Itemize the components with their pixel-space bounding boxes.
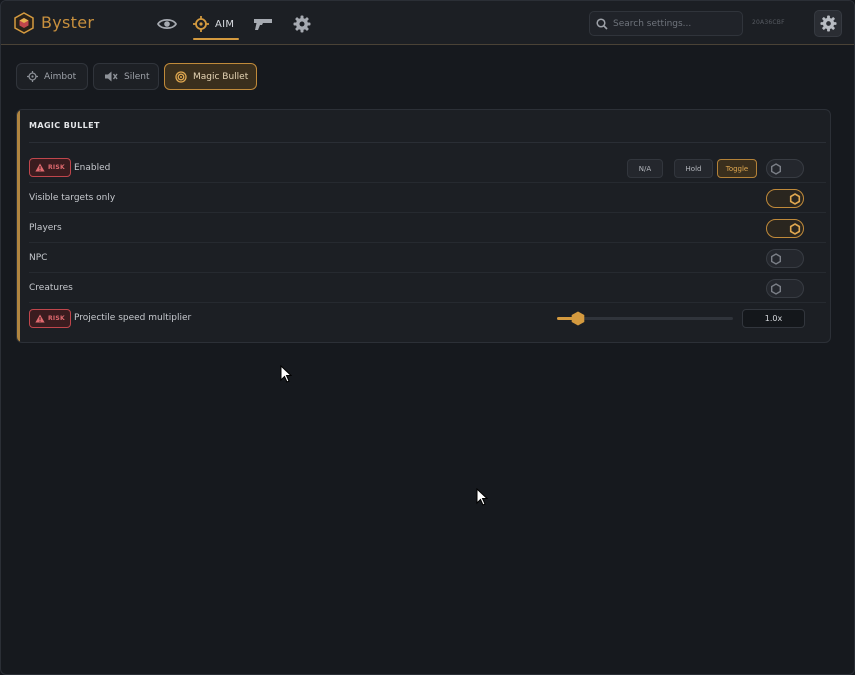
search-input[interactable] [613, 18, 733, 29]
projectile-speed-slider[interactable] [557, 311, 733, 326]
hexagon-knob-icon [771, 253, 782, 265]
search-box[interactable] [589, 11, 743, 36]
search-icon [596, 17, 608, 30]
projectile-speed-value[interactable]: 1.0x [742, 309, 805, 328]
setting-label: Projectile speed multiplier [74, 313, 192, 323]
crosshair-icon [193, 16, 209, 32]
nav-weapons-button[interactable] [253, 13, 275, 35]
setting-label: Creatures [29, 282, 73, 293]
slider-handle-icon[interactable] [571, 311, 585, 326]
setting-label: Players [29, 222, 62, 233]
settings-button[interactable] [814, 10, 842, 37]
subtab-aimbot-label: Aimbot [44, 71, 77, 82]
nav-aim-label: AIM [215, 18, 235, 30]
creatures-toggle[interactable] [766, 279, 804, 298]
subtab-magic-bullet-label: Magic Bullet [193, 71, 249, 82]
visible-targets-toggle[interactable] [766, 189, 804, 208]
magic-bullet-panel: MAGIC BULLET RISK Enabled N/A Hold Toggl… [16, 109, 831, 343]
gun-icon [254, 19, 272, 30]
crosshair-icon [27, 71, 38, 82]
gear-icon [293, 15, 311, 33]
mouse-cursor-icon [280, 365, 292, 383]
mouse-cursor-icon [476, 488, 488, 506]
setting-row-projectile-speed: RISK Projectile speed multiplier 1.0x [29, 303, 826, 333]
risk-label: RISK [47, 164, 66, 171]
subtab-magic-bullet[interactable]: Magic Bullet [164, 63, 257, 90]
target-icon [175, 70, 187, 83]
risk-label: RISK [47, 314, 66, 322]
warning-icon [35, 314, 45, 322]
panel-accent-bar [17, 110, 20, 342]
panel-title: MAGIC BULLET [29, 121, 100, 130]
mode-toggle-button[interactable]: Toggle [717, 159, 757, 178]
hexagon-knob-icon [771, 163, 782, 175]
eye-icon [157, 18, 177, 30]
setting-row-visible-targets: Visible targets only [29, 183, 826, 213]
subtab-aimbot[interactable]: Aimbot [16, 63, 88, 90]
hexagon-knob-icon [789, 223, 801, 235]
mode-hold-button[interactable]: Hold [674, 159, 713, 178]
active-tab-indicator [193, 38, 239, 40]
brand-name: Byster [41, 13, 95, 32]
setting-label: NPC [29, 252, 48, 263]
nav-aim-button[interactable]: AIM [193, 10, 239, 40]
risk-badge: RISK [29, 158, 71, 177]
nav-visuals-button[interactable] [157, 13, 177, 35]
enabled-toggle[interactable] [766, 159, 804, 178]
setting-row-npc: NPC [29, 243, 826, 273]
subtab-silent[interactable]: Silent [93, 63, 159, 90]
hexagon-knob-icon [789, 193, 801, 205]
panel-divider [29, 142, 826, 143]
gear-icon [819, 15, 837, 32]
setting-row-enabled: RISK Enabled N/A Hold Toggle [29, 153, 826, 183]
subtab-silent-label: Silent [124, 71, 150, 82]
risk-badge: RISK [29, 308, 71, 328]
npc-toggle[interactable] [766, 249, 804, 268]
warning-icon [35, 163, 45, 172]
setting-row-creatures: Creatures [29, 273, 826, 303]
setting-row-players: Players [29, 213, 826, 243]
nav-misc-button[interactable] [293, 13, 313, 35]
app-window: Byster AIM Search settings... 20A36CBF A… [0, 0, 855, 675]
mute-icon [105, 71, 118, 82]
hwid-label: 20A36CBF [752, 19, 785, 26]
hexagon-knob-icon [771, 283, 782, 295]
setting-label: Visible targets only [29, 192, 116, 203]
players-toggle[interactable] [766, 219, 804, 238]
byster-logo-icon [14, 12, 34, 34]
keybind-button[interactable]: N/A [627, 159, 663, 178]
top-bar: Byster AIM Search settings... 20A36CBF [1, 1, 854, 45]
setting-label: Enabled [74, 162, 111, 173]
